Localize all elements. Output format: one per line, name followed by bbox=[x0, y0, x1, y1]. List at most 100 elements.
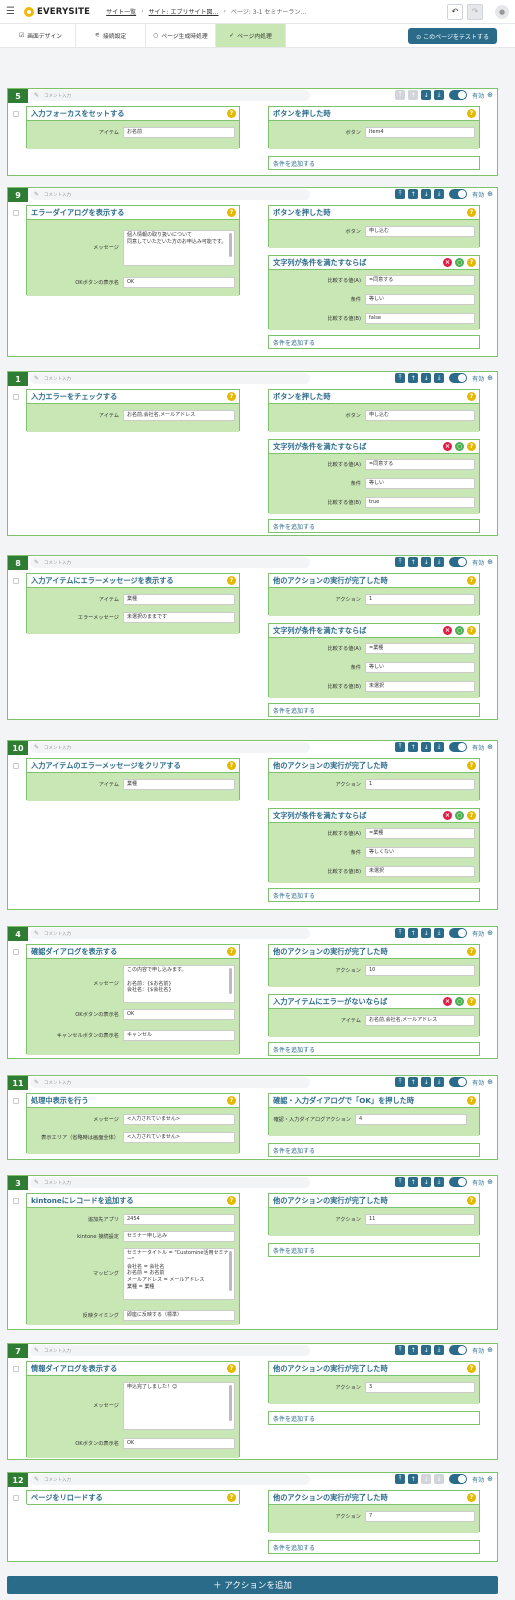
tab-in-page-process[interactable]: ✓ ページ内処理 bbox=[216, 24, 286, 47]
scrollbar[interactable] bbox=[229, 1385, 232, 1421]
add-condition-button[interactable]: 条件を追加する bbox=[268, 1042, 480, 1056]
field-value[interactable]: 未選択 bbox=[365, 681, 475, 692]
help-icon[interactable]: ? bbox=[227, 208, 236, 217]
move-bottom-icon[interactable]: ⤓ bbox=[434, 189, 445, 199]
enabled-toggle[interactable] bbox=[449, 742, 468, 752]
breadcrumb-site[interactable]: サイト: エブリサイト図… bbox=[149, 7, 219, 16]
tab-page-load-process[interactable]: ○ ページ生成時処理 bbox=[146, 24, 216, 47]
comment-input[interactable]: ✎ コメント入力 bbox=[30, 742, 310, 753]
comment-input[interactable]: ✎ コメント入力 bbox=[30, 189, 310, 200]
help-icon[interactable]: ? bbox=[467, 626, 476, 635]
move-top-icon[interactable]: ⤒ bbox=[395, 557, 406, 567]
tab-screen-design[interactable]: ☑ 画面デザイン bbox=[6, 24, 76, 47]
add-condition-button[interactable]: 条件を追加する bbox=[268, 335, 480, 349]
help-icon[interactable]: ? bbox=[467, 1364, 476, 1373]
field-value[interactable]: OK bbox=[123, 1438, 235, 1449]
help-icon[interactable]: ? bbox=[227, 109, 236, 118]
add-condition-button[interactable]: 条件を追加する bbox=[268, 1243, 480, 1257]
field-value[interactable]: 10 bbox=[365, 965, 475, 976]
field-value[interactable]: 個人情報の取り扱いについて 同意していただいた方のお申込み可能です。 bbox=[123, 230, 235, 266]
comment-input[interactable]: ✎ コメント入力 bbox=[30, 557, 310, 568]
redo-button[interactable]: ↷ bbox=[467, 3, 483, 20]
help-icon[interactable]: ? bbox=[467, 811, 476, 820]
help-icon[interactable]: ? bbox=[227, 947, 236, 956]
field-value[interactable]: 4 bbox=[355, 1114, 467, 1125]
field-value[interactable]: =同意する bbox=[365, 275, 475, 286]
help-icon[interactable]: ? bbox=[467, 576, 476, 585]
field-value[interactable]: 1 bbox=[365, 779, 475, 790]
pin-icon[interactable]: ⊕ bbox=[487, 1178, 493, 1186]
enabled-toggle[interactable] bbox=[449, 557, 468, 567]
move-bottom-icon[interactable]: ⤓ bbox=[434, 373, 445, 383]
move-top-icon[interactable]: ⤒ bbox=[395, 1177, 406, 1187]
move-down-icon[interactable]: ↓ bbox=[421, 1345, 432, 1355]
field-value[interactable]: 等しい bbox=[365, 294, 475, 305]
move-bottom-icon[interactable]: ⤓ bbox=[434, 1077, 445, 1087]
move-top-icon[interactable]: ⤒ bbox=[395, 1077, 406, 1087]
add-condition-button[interactable]: 条件を追加する bbox=[268, 1540, 480, 1554]
field-value[interactable]: 業種 bbox=[123, 594, 235, 605]
pin-icon[interactable]: ⊕ bbox=[487, 558, 493, 566]
field-value[interactable]: セミナータイトル = "Customine活用セミナー" 会社名 = 会社名 お… bbox=[123, 1248, 235, 1300]
move-down-icon[interactable]: ↓ bbox=[421, 742, 432, 752]
help-icon[interactable]: ? bbox=[227, 1096, 236, 1105]
add-condition-button[interactable]: 条件を追加する bbox=[268, 703, 480, 717]
delete-condition-icon[interactable]: × bbox=[443, 811, 452, 820]
help-icon[interactable]: ? bbox=[227, 1364, 236, 1373]
move-top-icon[interactable]: ⤒ bbox=[395, 373, 406, 383]
field-value[interactable]: 申込完了しました！☺ bbox=[123, 1382, 235, 1430]
select-checkbox[interactable] bbox=[13, 1366, 19, 1372]
enabled-toggle[interactable] bbox=[449, 928, 468, 938]
move-down-icon[interactable]: ↓ bbox=[421, 90, 432, 100]
logo[interactable]: EVERYSITE bbox=[24, 6, 90, 17]
field-value[interactable]: 即座に反映する（標準） bbox=[123, 1310, 235, 1321]
help-icon[interactable]: ? bbox=[467, 997, 476, 1006]
comment-input[interactable]: ✎ コメント入力 bbox=[30, 1474, 310, 1485]
select-checkbox[interactable] bbox=[13, 394, 19, 400]
field-value[interactable]: false bbox=[365, 313, 475, 324]
add-condition-button[interactable]: 条件を追加する bbox=[268, 519, 480, 533]
delete-condition-icon[interactable]: × bbox=[443, 997, 452, 1006]
move-bottom-icon[interactable]: ⤓ bbox=[434, 928, 445, 938]
field-value[interactable]: セミナー申し込み bbox=[123, 1231, 235, 1242]
field-value[interactable]: <入力されていません> bbox=[123, 1114, 235, 1125]
field-value[interactable]: 1 bbox=[365, 594, 475, 605]
move-bottom-icon[interactable]: ⤓ bbox=[434, 742, 445, 752]
pin-icon[interactable]: ⊕ bbox=[487, 1078, 493, 1086]
select-checkbox[interactable] bbox=[13, 1198, 19, 1204]
comment-input[interactable]: ✎ コメント入力 bbox=[30, 1077, 310, 1088]
move-up-icon[interactable]: ↑ bbox=[408, 557, 419, 567]
field-value[interactable]: =同意する bbox=[365, 459, 475, 470]
undo-button[interactable]: ↶ bbox=[447, 3, 463, 20]
select-checkbox[interactable] bbox=[13, 210, 19, 216]
condition-toggle-icon[interactable]: ○ bbox=[455, 442, 464, 451]
move-top-icon[interactable]: ⤒ bbox=[395, 928, 406, 938]
help-icon[interactable]: ? bbox=[467, 442, 476, 451]
select-checkbox[interactable] bbox=[13, 1495, 19, 1501]
enabled-toggle[interactable] bbox=[449, 1474, 468, 1484]
delete-condition-icon[interactable]: × bbox=[443, 442, 452, 451]
field-value[interactable]: お名前 bbox=[123, 127, 235, 138]
field-value[interactable]: 業種 bbox=[123, 779, 235, 790]
delete-condition-icon[interactable]: × bbox=[443, 626, 452, 635]
condition-toggle-icon[interactable]: ○ bbox=[455, 258, 464, 267]
scrollbar[interactable] bbox=[229, 968, 232, 994]
move-bottom-icon[interactable]: ⤓ bbox=[434, 1345, 445, 1355]
field-value[interactable]: 申し込む bbox=[365, 226, 475, 237]
move-down-icon[interactable]: ↓ bbox=[421, 1177, 432, 1187]
move-up-icon[interactable]: ↑ bbox=[408, 90, 419, 100]
scrollbar[interactable] bbox=[229, 233, 232, 257]
pin-icon[interactable]: ⊕ bbox=[487, 190, 493, 198]
add-condition-button[interactable]: 条件を追加する bbox=[268, 156, 480, 170]
field-value[interactable]: true bbox=[365, 497, 475, 508]
test-page-button[interactable]: ⊙ このページをテストする bbox=[408, 28, 497, 44]
help-icon[interactable]: ? bbox=[467, 109, 476, 118]
field-value[interactable]: 未選択のままです bbox=[123, 612, 235, 623]
move-down-icon[interactable]: ↓ bbox=[421, 557, 432, 567]
field-value[interactable]: 等しい bbox=[365, 662, 475, 673]
help-icon[interactable]: ? bbox=[227, 576, 236, 585]
enabled-toggle[interactable] bbox=[449, 189, 468, 199]
add-condition-button[interactable]: 条件を追加する bbox=[268, 1411, 480, 1425]
condition-toggle-icon[interactable]: ○ bbox=[455, 811, 464, 820]
move-up-icon[interactable]: ↑ bbox=[408, 1474, 419, 1484]
